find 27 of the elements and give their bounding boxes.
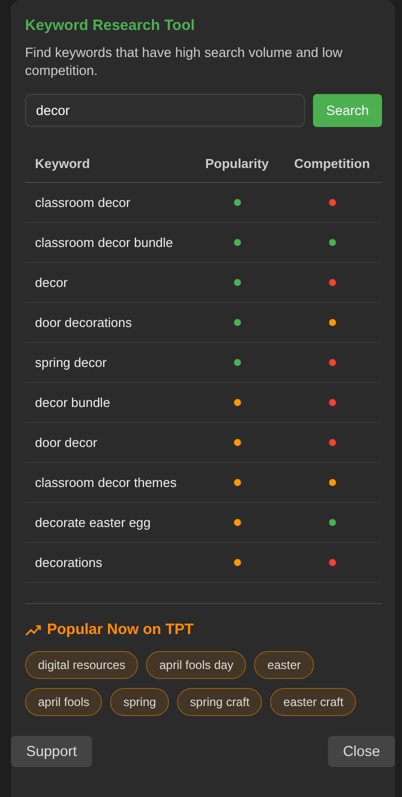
tag-chip[interactable]: april fools day	[146, 651, 246, 679]
keyword-cell-text: classroom decor	[34, 194, 132, 212]
close-button[interactable]: Close	[328, 736, 395, 767]
keyword-cell-text: classroom decor bundle	[34, 234, 174, 252]
keyword-cell-text: classroom decor themes	[34, 474, 178, 492]
description: Find keywords that have high search volume and low competition.	[25, 44, 344, 80]
keyword-cell-text: decor bundle	[34, 394, 112, 412]
column-header: Competition	[294, 156, 370, 171]
tag-chip[interactable]: spring	[110, 688, 170, 716]
tag-chip[interactable]: spring craft	[177, 688, 262, 716]
tag-chip[interactable]: easter craft	[270, 688, 356, 716]
tag-chip[interactable]: easter	[254, 651, 314, 679]
tag-chip[interactable]: digital resources	[25, 651, 138, 679]
section-title: Popular Now on TPT	[47, 621, 194, 638]
keyword-cell-text: decorate easter egg	[34, 514, 152, 532]
column-header: Popularity	[205, 156, 269, 171]
tag-chip[interactable]: april fools	[25, 688, 102, 716]
keyword-cell-text: door decor	[34, 434, 98, 452]
keyword-cell-text: decorations	[34, 554, 104, 572]
search-field[interactable]: decor	[25, 94, 305, 127]
keyword-cell-text: spring decor	[34, 354, 108, 372]
keyword-cell-text: door decorations	[34, 314, 133, 332]
keyword-cell-text: decor	[34, 274, 69, 292]
column-header: Keyword	[34, 156, 91, 171]
trending-up-icon	[25, 624, 42, 636]
tool-title: Keyword Research Tool	[25, 16, 196, 36]
support-button[interactable]: Support	[11, 736, 92, 767]
